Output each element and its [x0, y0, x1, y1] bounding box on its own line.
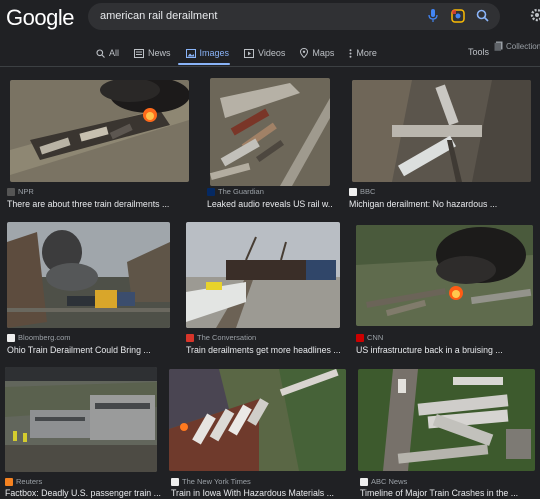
map-pin-icon	[300, 48, 309, 58]
result-thumbnail[interactable]	[210, 78, 330, 186]
tab-images[interactable]: Images	[185, 45, 230, 61]
tab-label: Videos	[258, 48, 286, 58]
search-tabs: All News Images Videos Maps More	[96, 45, 377, 61]
tools-button[interactable]: Tools	[468, 47, 489, 57]
google-logo[interactable]: Google	[6, 5, 74, 31]
reuters-favicon-icon	[5, 477, 13, 486]
active-tab-indicator	[178, 63, 230, 65]
kebab-icon	[349, 48, 352, 58]
nyt-favicon-icon	[171, 477, 179, 486]
result-thumbnail[interactable]	[10, 80, 189, 182]
search-icon	[96, 48, 105, 58]
result-source[interactable]: CNN	[367, 333, 383, 342]
microphone-icon[interactable]	[425, 8, 440, 23]
result-source[interactable]: BBC	[360, 187, 375, 196]
bookmark-stack-icon	[494, 41, 503, 51]
result-title[interactable]: Train derailments get more headlines ...	[186, 345, 346, 355]
result-title[interactable]: Ohio Train Derailment Could Bring ...	[7, 345, 177, 355]
image-icon	[185, 48, 196, 58]
tab-label: Maps	[312, 48, 335, 58]
result-title[interactable]: US infrastructure back in a bruising ...	[356, 345, 536, 355]
result-thumbnail[interactable]	[358, 369, 535, 471]
result-thumbnail[interactable]	[356, 225, 533, 326]
conversation-favicon-icon	[186, 333, 194, 342]
result-title[interactable]: Timeline of Major Train Crashes in the .…	[360, 488, 538, 498]
result-title[interactable]: Factbox: Deadly U.S. passenger train ...	[5, 488, 165, 498]
result-thumbnail[interactable]	[169, 369, 346, 471]
bbc-favicon-icon	[349, 187, 357, 196]
result-source[interactable]: The Conversation	[197, 333, 256, 342]
tab-more[interactable]: More	[349, 45, 377, 61]
tab-maps[interactable]: Maps	[300, 45, 334, 61]
result-title[interactable]: There are about three train derailments …	[7, 199, 185, 209]
search-box[interactable]: american rail derailment	[88, 3, 500, 30]
search-input[interactable]: american rail derailment	[100, 10, 217, 22]
result-thumbnail[interactable]	[5, 367, 157, 472]
result-thumbnail[interactable]	[352, 80, 531, 182]
result-thumbnail[interactable]	[186, 222, 340, 328]
settings-gear-icon[interactable]	[530, 8, 540, 22]
collections-label: Collection	[506, 41, 540, 51]
tab-label: Images	[199, 48, 230, 58]
tab-label: All	[109, 48, 120, 58]
result-source[interactable]: The New York Times	[182, 477, 251, 486]
result-source[interactable]: NPR	[18, 187, 34, 196]
result-source[interactable]: ABC News	[371, 477, 407, 486]
tab-news[interactable]: News	[134, 45, 171, 61]
search-icon[interactable]	[475, 8, 490, 23]
result-source[interactable]: Reuters	[16, 477, 42, 486]
video-icon	[244, 48, 255, 58]
news-icon	[134, 48, 145, 58]
tab-label: More	[356, 48, 377, 58]
result-source[interactable]: The Guardian	[218, 187, 264, 196]
bloomberg-favicon-icon	[7, 333, 15, 342]
result-title[interactable]: Michigan derailment: No hazardous ...	[349, 199, 534, 209]
collections-button[interactable]: Collection	[494, 41, 540, 51]
abc-news-favicon-icon	[360, 477, 368, 486]
header-divider	[0, 66, 540, 67]
search-results-page: Google american rail derailment All News	[0, 0, 540, 499]
tab-all[interactable]: All	[96, 45, 119, 61]
npr-favicon-icon	[7, 187, 15, 196]
result-thumbnail[interactable]	[7, 222, 170, 328]
camera-lens-icon[interactable]	[450, 8, 465, 23]
guardian-favicon-icon	[207, 187, 215, 196]
cnn-favicon-icon	[356, 333, 364, 342]
result-title[interactable]: Leaked audio reveals US rail w...	[207, 199, 332, 209]
tab-label: News	[148, 48, 171, 58]
tab-videos[interactable]: Videos	[244, 45, 285, 61]
result-source[interactable]: Bloomberg.com	[18, 333, 71, 342]
result-title[interactable]: Train in Iowa With Hazardous Materials .…	[171, 488, 346, 498]
